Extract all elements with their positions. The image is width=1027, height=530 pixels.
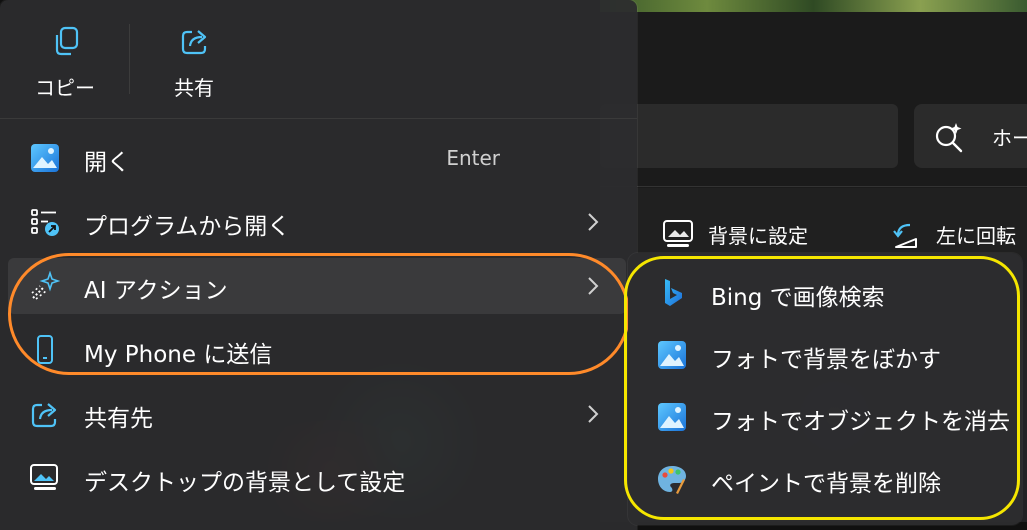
background-photo-strip bbox=[600, 0, 1027, 12]
submenu-item-bing-image-search[interactable]: Bing で画像検索 bbox=[628, 263, 1022, 323]
menu-item-open[interactable]: 開く Enter bbox=[8, 130, 626, 186]
chevron-right-icon bbox=[588, 405, 599, 423]
quick-actions-bar: コピー 共有 bbox=[0, 0, 637, 118]
paint-palette-icon bbox=[658, 466, 686, 494]
submenu-item-remove-background-paint[interactable]: ペイントで背景を削除 bbox=[628, 449, 1022, 509]
set-background-label: 背景に設定 bbox=[708, 223, 808, 248]
bing-icon bbox=[665, 279, 682, 306]
desktop-background-icon bbox=[663, 220, 693, 247]
menu-item-send-to-my-phone[interactable]: My Phone に送信 bbox=[8, 322, 626, 378]
divider bbox=[600, 186, 1027, 187]
chevron-right-icon bbox=[588, 213, 599, 231]
menu-item-label: AI アクション bbox=[84, 278, 228, 304]
rotate-left-icon bbox=[893, 223, 917, 248]
background-search-box[interactable] bbox=[600, 104, 898, 168]
visual-search-icon bbox=[935, 123, 963, 153]
submenu-item-blur-background[interactable]: フォトで背景をぼかす bbox=[628, 325, 1022, 385]
menu-item-open-with[interactable]: プログラムから開く bbox=[8, 194, 626, 250]
menu-item-label: 共有先 bbox=[84, 406, 153, 432]
submenu-item-label: ペイントで背景を削除 bbox=[711, 471, 941, 497]
menu-divider bbox=[0, 118, 637, 119]
copy-label: コピー bbox=[35, 76, 95, 100]
rotate-left-label: 左に回転 bbox=[936, 223, 1016, 248]
visual-search-button[interactable]: ホー bbox=[914, 104, 1027, 168]
set-as-background-button[interactable]: 背景に設定 bbox=[662, 218, 808, 250]
photos-app-icon bbox=[31, 144, 59, 172]
menu-item-label: 開く bbox=[84, 150, 130, 176]
menu-item-set-desktop-background[interactable]: デスクトップの背景として設定 bbox=[8, 450, 626, 506]
share-label: 共有 bbox=[174, 76, 214, 100]
submenu-item-erase-object[interactable]: フォトでオブジェクトを消去 bbox=[628, 387, 1022, 447]
menu-item-ai-actions[interactable]: AI アクション bbox=[8, 258, 626, 314]
desktop-background-icon bbox=[30, 464, 58, 490]
share-icon bbox=[181, 30, 207, 55]
quick-actions-divider bbox=[129, 24, 130, 94]
submenu-item-label: フォトでオブジェクトを消去 bbox=[711, 409, 1010, 435]
share-button[interactable]: 共有 bbox=[149, 24, 239, 104]
menu-item-label: プログラムから開く bbox=[84, 214, 291, 240]
open-with-icon bbox=[31, 209, 59, 236]
share-icon bbox=[31, 403, 57, 428]
home-button-label: ホー bbox=[992, 126, 1027, 150]
photos-toolbar: 背景に設定 左に回転 bbox=[600, 188, 1027, 258]
ai-sparkle-icon bbox=[31, 271, 60, 300]
photos-app-icon bbox=[658, 341, 686, 369]
context-menu: コピー 共有 開く Enter プログラムから開く AI アクション My Ph… bbox=[0, 0, 637, 530]
submenu-item-label: Bing で画像検索 bbox=[711, 285, 885, 311]
menu-item-label: デスクトップの背景として設定 bbox=[84, 470, 406, 496]
phone-icon bbox=[37, 335, 53, 364]
rotate-left-button[interactable]: 左に回転 bbox=[890, 218, 1016, 250]
ai-actions-submenu: Bing で画像検索 フォトで背景をぼかす フォトでオブジェクトを消去 ペイント… bbox=[628, 253, 1022, 525]
menu-item-label: My Phone に送信 bbox=[84, 342, 273, 368]
menu-item-share-to[interactable]: 共有先 bbox=[8, 386, 626, 442]
photos-app-icon bbox=[658, 403, 686, 431]
copy-icon bbox=[55, 26, 79, 56]
copy-button[interactable]: コピー bbox=[20, 24, 110, 104]
accelerator-text: Enter bbox=[446, 146, 500, 170]
submenu-item-label: フォトで背景をぼかす bbox=[711, 347, 941, 373]
chevron-right-icon bbox=[588, 277, 599, 295]
